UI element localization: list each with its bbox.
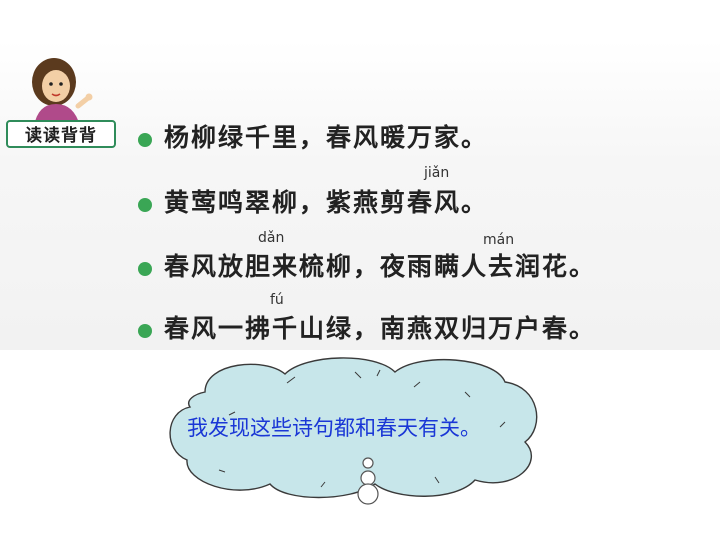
textbook-excerpt: 读读背背 杨柳绿千里，春风暖万家。 jiǎn 黄莺鸣翠柳，紫燕剪春风。 dǎn … — [0, 0, 720, 360]
bullet-dot — [138, 198, 152, 212]
pinyin-annotation: dǎn — [258, 230, 285, 246]
pinyin-annotation: jiǎn — [424, 165, 450, 181]
poem-line-text: 春风一拂千山绿，南燕双归万户春。 — [164, 314, 597, 343]
read-recite-badge: 读读背背 — [6, 120, 116, 148]
poem-line-text: 春风放胆来梳柳，夜雨瞒人去润花。 — [164, 252, 597, 281]
bullet-dot — [138, 133, 152, 147]
pinyin-annotation: fú — [270, 292, 284, 308]
thought-cloud: 我发现这些诗句都和春天有关。 — [165, 352, 545, 502]
pinyin-annotation: mán — [483, 232, 515, 248]
bullet-dot — [138, 262, 152, 276]
poem-line-text: 杨柳绿千里，春风暖万家。 — [164, 123, 489, 152]
thought-text: 我发现这些诗句都和春天有关。 — [187, 416, 481, 440]
poem-line-text: 黄莺鸣翠柳，紫燕剪春风。 — [164, 188, 489, 217]
bullet-dot — [138, 324, 152, 338]
slide: 读读背背 杨柳绿千里，春风暖万家。 jiǎn 黄莺鸣翠柳，紫燕剪春风。 dǎn … — [0, 0, 720, 540]
girl-illustration — [32, 58, 93, 126]
